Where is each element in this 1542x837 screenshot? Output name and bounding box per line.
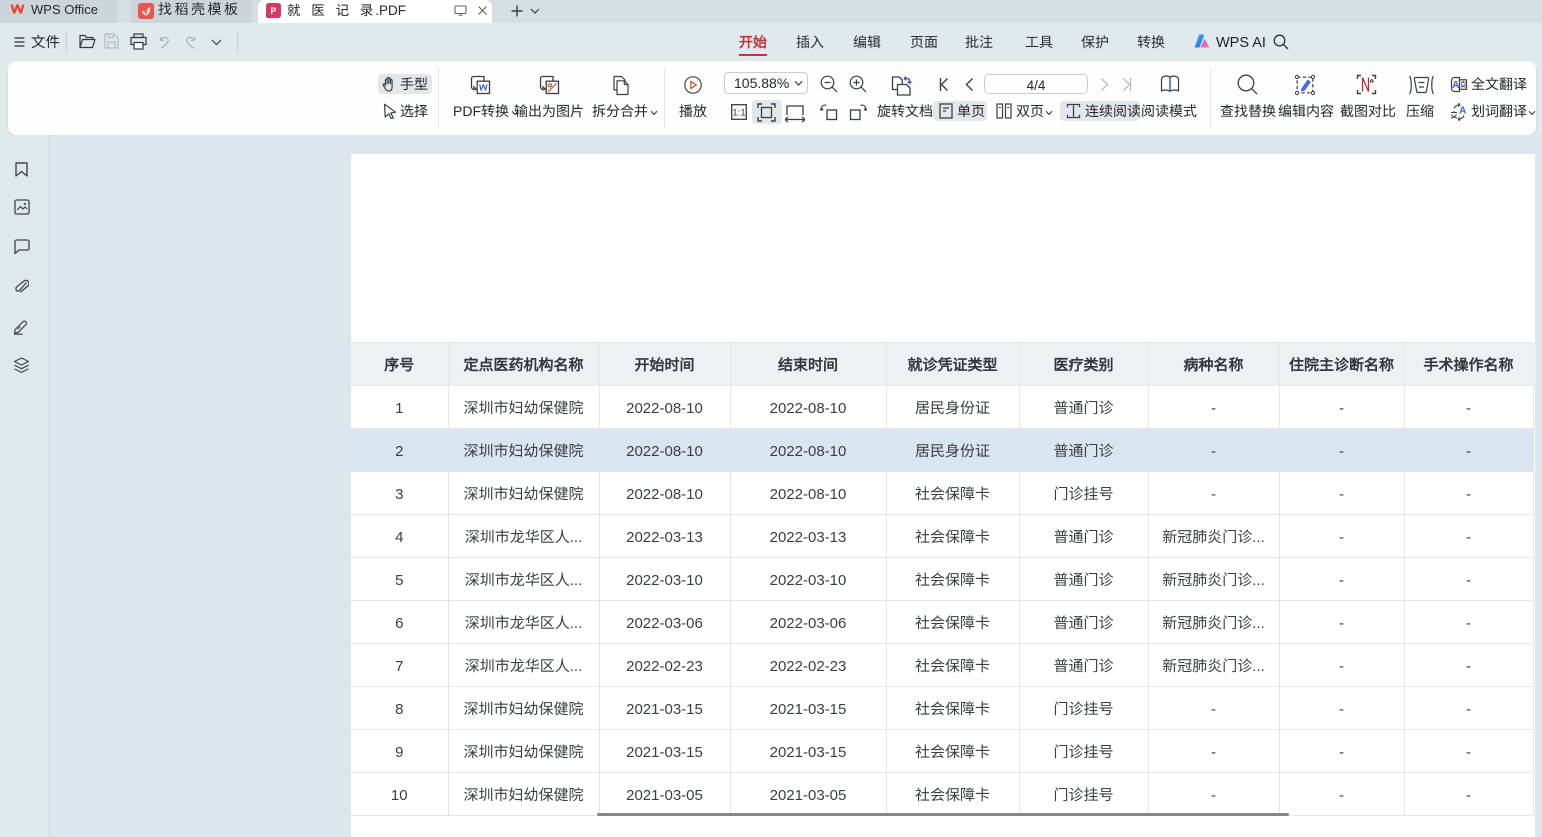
svg-text:A: A	[1459, 106, 1466, 117]
svg-text:P: P	[271, 6, 277, 16]
svg-text:1:1: 1:1	[732, 108, 745, 119]
svg-text:A: A	[1452, 80, 1459, 91]
